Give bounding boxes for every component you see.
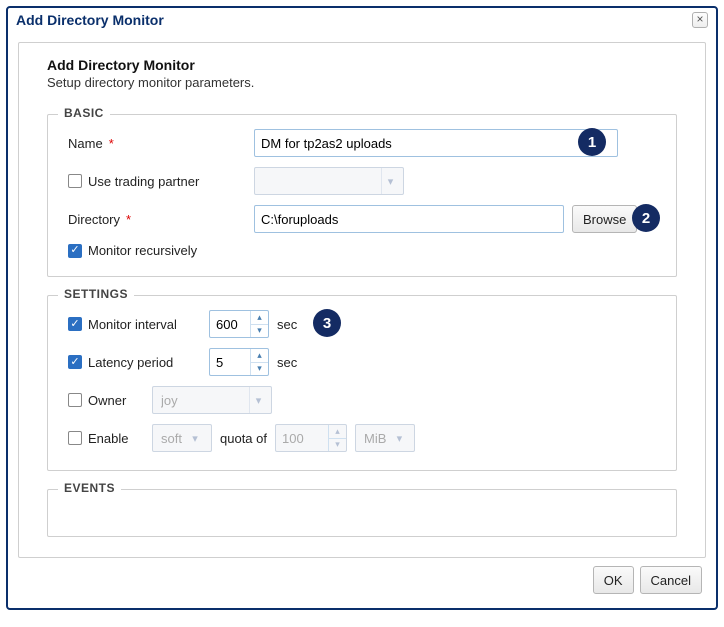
latency-stepper[interactable]: 5 ▴ ▾ [209,348,269,376]
use-trading-partner-label: Use trading partner [88,174,199,189]
latency-value: 5 [210,349,250,375]
monitor-interval-checkbox[interactable] [68,317,82,331]
dialog-body: Add Directory Monitor Setup directory mo… [8,32,716,608]
chevron-down-icon: ▾ [249,387,267,413]
latency-ctrl: 5 ▴ ▾ sec [209,348,660,376]
dialog-title: Add Directory Monitor [16,12,164,28]
stepper-buttons: ▴ ▾ [250,311,268,337]
callout-1: 1 [578,128,606,156]
quota-mode-value: soft [161,431,182,446]
quota-text: quota of [220,431,267,446]
chevron-up-icon[interactable]: ▴ [329,425,346,438]
name-input[interactable] [254,129,618,157]
events-legend: EVENTS [58,481,121,495]
cancel-button[interactable]: Cancel [640,566,702,594]
settings-legend: SETTINGS [58,287,134,301]
name-label: Name [68,136,103,151]
required-mark: * [126,212,131,227]
monitor-interval-label-col: Monitor interval [64,317,209,332]
row-enable-quota: Enable soft ▾ quota of 100 ▴ ▾ [64,424,660,452]
callout-2: 2 [632,204,660,232]
latency-label: Latency period [88,355,173,370]
directory-input[interactable] [254,205,564,233]
tp-ctrl: ▾ [254,167,660,195]
browse-button[interactable]: Browse [572,205,637,233]
chevron-up-icon[interactable]: ▴ [251,311,268,324]
row-latency: Latency period 5 ▴ ▾ sec [64,348,660,376]
directory-label-col: Directory * [64,212,254,227]
enable-quota-checkbox[interactable] [68,431,82,445]
monitor-interval-label: Monitor interval [88,317,177,332]
quota-unit-select[interactable]: MiB ▾ [355,424,415,452]
ok-button[interactable]: OK [593,566,634,594]
callout-3: 3 [313,309,341,337]
dialog-footer: OK Cancel [18,558,706,598]
basic-fieldset: BASIC Name* 1 Use trading partner [47,114,677,277]
latency-unit: sec [277,355,297,370]
tp-label-col: Use trading partner [64,174,254,189]
settings-fieldset: SETTINGS Monitor interval 600 ▴ ▾ [47,295,677,471]
directory-ctrl: Browse 2 [254,205,660,233]
stepper-buttons: ▴ ▾ [250,349,268,375]
quota-unit-value: MiB [364,431,386,446]
directory-label: Directory [68,212,120,227]
owner-select[interactable]: joy ▾ [152,386,272,414]
row-monitor-recursively: Monitor recursively [64,243,660,258]
chevron-down-icon: ▾ [392,425,406,451]
monitor-recursively-label: Monitor recursively [88,243,197,258]
chevron-up-icon[interactable]: ▴ [251,349,268,362]
latency-label-col: Latency period [64,355,209,370]
dialog: Add Directory Monitor × Add Directory Mo… [6,6,718,610]
chevron-down-icon[interactable]: ▾ [329,438,346,452]
row-monitor-interval: Monitor interval 600 ▴ ▾ sec 3 [64,310,660,338]
latency-checkbox[interactable] [68,355,82,369]
panel-title: Add Directory Monitor [47,57,677,73]
row-trading-partner: Use trading partner ▾ [64,167,660,195]
inner-panel: Add Directory Monitor Setup directory mo… [18,42,706,558]
quota-value-stepper[interactable]: 100 ▴ ▾ [275,424,347,452]
events-body [64,504,660,518]
basic-legend: BASIC [58,106,110,120]
monitor-interval-value: 600 [210,311,250,337]
chevron-down-icon: ▾ [381,168,399,194]
chevron-down-icon[interactable]: ▾ [251,362,268,376]
events-fieldset: EVENTS [47,489,677,537]
chevron-down-icon: ▾ [188,425,202,451]
panel-subtitle: Setup directory monitor parameters. [47,75,677,90]
monitor-interval-ctrl: 600 ▴ ▾ sec 3 [209,310,660,338]
monitor-interval-unit: sec [277,317,297,332]
quota-mode-select[interactable]: soft ▾ [152,424,212,452]
owner-value: joy [161,393,249,408]
required-mark: * [109,136,114,151]
owner-ctrl: joy ▾ [152,386,660,414]
row-directory: Directory * Browse 2 [64,205,660,233]
owner-label-col: Owner [64,393,152,408]
owner-checkbox[interactable] [68,393,82,407]
monitor-interval-stepper[interactable]: 600 ▴ ▾ [209,310,269,338]
stepper-buttons: ▴ ▾ [328,425,346,451]
owner-label: Owner [88,393,126,408]
close-icon[interactable]: × [692,12,708,28]
trading-partner-select[interactable]: ▾ [254,167,404,195]
enable-ctrl: soft ▾ quota of 100 ▴ ▾ MiB [152,424,660,452]
chevron-down-icon[interactable]: ▾ [251,324,268,338]
monitor-recursively-col: Monitor recursively [64,243,197,258]
name-label-col: Name * [64,136,254,151]
monitor-recursively-checkbox[interactable] [68,244,82,258]
name-ctrl: 1 [254,129,660,157]
quota-value: 100 [276,425,328,451]
dialog-header: Add Directory Monitor × [8,8,716,32]
row-name: Name * 1 [64,129,660,157]
row-owner: Owner joy ▾ [64,386,660,414]
enable-label-col: Enable [64,431,152,446]
enable-label: Enable [88,431,128,446]
use-trading-partner-checkbox[interactable] [68,174,82,188]
